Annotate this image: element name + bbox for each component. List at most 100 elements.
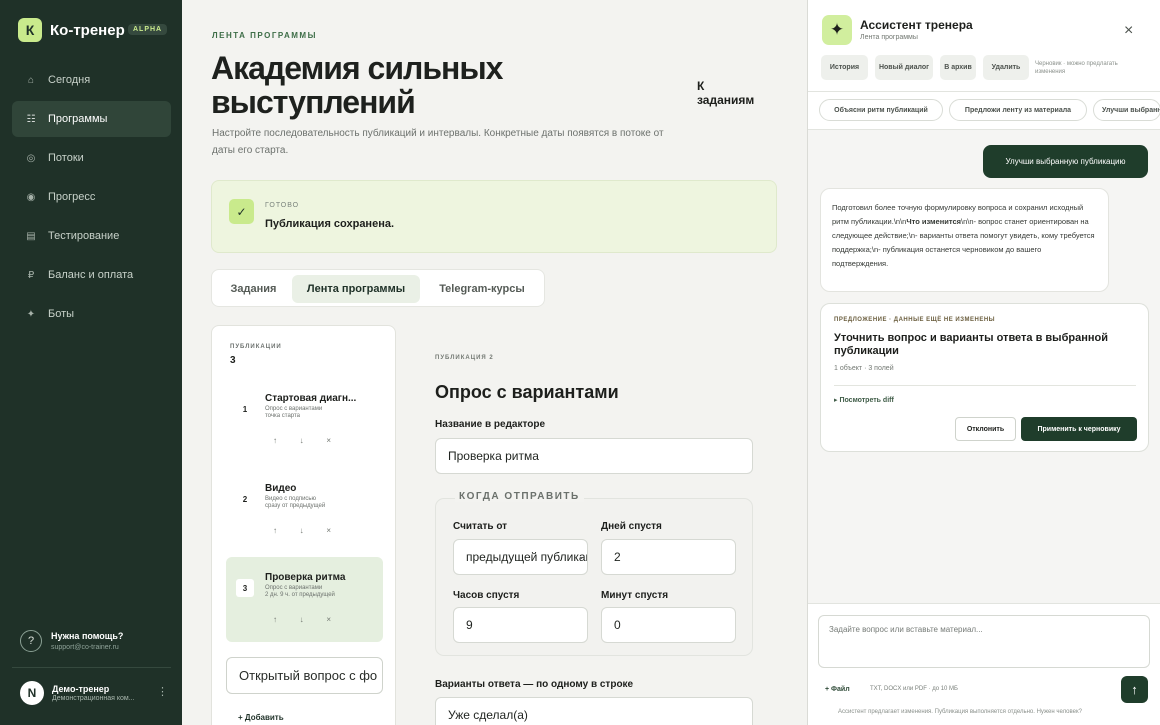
archive-button[interactable]: В архив bbox=[940, 55, 976, 80]
minutes-after-label: Минут спустя bbox=[601, 590, 669, 601]
apply-to-draft-button[interactable]: Применить к черновику bbox=[1021, 417, 1137, 441]
editor-name-label: Название в редакторе bbox=[435, 419, 546, 430]
move-down-icon[interactable]: ↓ bbox=[300, 526, 304, 535]
publication-description: Опрос с вариантами точка старта bbox=[265, 406, 323, 419]
sidebar-item-programs[interactable]: ☷ Программы bbox=[12, 101, 171, 137]
publication-description: Видео с подписью сразу от предыдущей bbox=[265, 496, 326, 509]
publication-number: 3 bbox=[236, 579, 254, 597]
sidebar-item-label: Программы bbox=[48, 113, 108, 125]
main-navigation: ⌂ Сегодня ☷ Программы ◎ Потоки ◉ Прогресс ▤ Т… bbox=[12, 62, 171, 335]
new-dialog-button[interactable]: Новый диалог bbox=[875, 55, 933, 80]
publication-title: Проверка ритма bbox=[265, 572, 346, 583]
brand-logo[interactable]: К bbox=[18, 18, 42, 42]
hours-after-input[interactable]: 9 bbox=[453, 607, 588, 643]
send-schedule-title: КОГДА ОТПРАВИТЬ bbox=[455, 491, 584, 502]
draft-note: Черновик · можно предлагать изменения bbox=[1035, 61, 1118, 75]
editor-name-input[interactable]: Проверка ритма bbox=[435, 438, 753, 474]
check-icon: ✓ bbox=[229, 199, 254, 224]
sidebar-item-streams[interactable]: ◎ Потоки bbox=[12, 140, 171, 176]
publication-actions: ↑ ↓ × bbox=[273, 436, 331, 445]
publication-item-1[interactable]: 1 Стартовая диагн... Опрос с вариантами т… bbox=[226, 378, 383, 463]
sidebar-item-label: Сегодня bbox=[48, 74, 91, 86]
help-link[interactable]: ? Нужна помощь? support@co-trainer.ru bbox=[20, 630, 123, 652]
testing-icon: ▤ bbox=[26, 230, 36, 242]
suggestion-chips: Объясни ритм публикаций Предложи ленту и… bbox=[808, 92, 1160, 130]
assistant-panel: ✦ Ассистент тренера Лента программы × Ис… bbox=[807, 0, 1160, 725]
to-tasks-link[interactable]: К заданиям bbox=[697, 79, 762, 107]
move-up-icon[interactable]: ↑ bbox=[273, 615, 277, 624]
close-icon[interactable]: × bbox=[1124, 22, 1133, 40]
tab-program-feed[interactable]: Лента программы bbox=[292, 275, 420, 303]
sidebar-item-label: Прогресс bbox=[48, 191, 96, 203]
tab-telegram-courses[interactable]: Telegram-курсы bbox=[425, 275, 539, 303]
user-message: Улучши выбранную публикацию bbox=[983, 145, 1148, 178]
suggestion-chip[interactable]: Улучши выбранную bbox=[1093, 99, 1160, 121]
attach-file-button[interactable]: + Файл bbox=[825, 686, 850, 693]
move-down-icon[interactable]: ↓ bbox=[300, 436, 304, 445]
reject-button[interactable]: Отклонить bbox=[955, 417, 1016, 441]
send-icon[interactable]: ↑ bbox=[1121, 676, 1148, 703]
proposal-title: Уточнить вопрос и варианты ответа в выбр… bbox=[834, 332, 1108, 357]
sidebar-item-progress[interactable]: ◉ Прогресс bbox=[12, 179, 171, 215]
minutes-after-input[interactable]: 0 bbox=[601, 607, 736, 643]
assistant-message-input[interactable]: Задайте вопрос или вставьте материал... bbox=[818, 615, 1150, 668]
publications-label: ПУБЛИКАЦИИ bbox=[230, 344, 282, 350]
sidebar-item-bots[interactable]: ✦ Боты bbox=[12, 296, 171, 332]
publication-actions: ↑ ↓ × bbox=[273, 526, 331, 535]
assistant-message-emphasis: Что изменится bbox=[906, 217, 961, 226]
sidebar-item-testing[interactable]: ▤ Тестирование bbox=[12, 218, 171, 254]
user-avatar[interactable]: N bbox=[20, 681, 44, 705]
delete-button[interactable]: Удалить bbox=[983, 55, 1029, 80]
delete-icon[interactable]: × bbox=[326, 526, 331, 535]
delete-icon[interactable]: × bbox=[326, 436, 331, 445]
streams-icon: ◎ bbox=[26, 152, 36, 164]
user-name: Демо-тренер bbox=[52, 684, 110, 694]
publication-title: Видео bbox=[265, 483, 297, 494]
suggestion-chip[interactable]: Предложи ленту из материала bbox=[949, 99, 1087, 121]
publication-item-3[interactable]: 3 Проверка ритма Опрос с вариантами 2 дн.… bbox=[226, 557, 383, 642]
success-notice: ✓ ГОТОВО Публикация сохранена. bbox=[211, 180, 777, 253]
change-proposal-card: ПРЕДЛОЖЕНИЕ · ДАННЫЕ ЕЩЁ НЕ ИЗМЕНЕНЫ Уто… bbox=[820, 303, 1149, 452]
tab-tasks[interactable]: Задания bbox=[217, 275, 290, 303]
suggestion-chip[interactable]: Объясни ритм публикаций bbox=[819, 99, 943, 121]
program-feed-page: ЛЕНТА ПРОГРАММЫ Академия сильных выступл… bbox=[182, 0, 807, 725]
count-from-label: Считать от bbox=[453, 521, 508, 532]
move-up-icon[interactable]: ↑ bbox=[273, 436, 277, 445]
page-eyebrow: ЛЕНТА ПРОГРАММЫ bbox=[212, 31, 317, 40]
page-description: Настройте последовательность публикаций … bbox=[212, 128, 664, 156]
publication-type-select[interactable]: Открытый вопрос с фо bbox=[226, 657, 383, 694]
move-down-icon[interactable]: ↓ bbox=[300, 615, 304, 624]
move-up-icon[interactable]: ↑ bbox=[273, 526, 277, 535]
publication-number: 1 bbox=[236, 400, 254, 418]
assistant-composer: Задайте вопрос или вставьте материал... … bbox=[808, 603, 1160, 725]
brand-name[interactable]: Ко-тренер bbox=[50, 22, 125, 39]
sidebar-item-label: Потоки bbox=[48, 152, 84, 164]
proposal-divider bbox=[834, 385, 1136, 386]
support-email[interactable]: support@co-trainer.ru bbox=[51, 644, 123, 651]
user-organization: Демонстрационная ком... bbox=[52, 695, 135, 702]
assistant-title: Ассистент тренера bbox=[860, 18, 973, 32]
delete-icon[interactable]: × bbox=[326, 615, 331, 624]
publications-panel: ПУБЛИКАЦИИ 3 1 Стартовая диагн... Опрос … bbox=[211, 325, 396, 725]
page-title: Академия сильных выступлений bbox=[211, 50, 503, 120]
send-schedule-section: КОГДА ОТПРАВИТЬ Считать от предыдущей пу… bbox=[435, 491, 753, 656]
progress-icon: ◉ bbox=[26, 191, 36, 203]
notice-message: Публикация сохранена. bbox=[265, 218, 395, 230]
history-button[interactable]: История bbox=[821, 55, 868, 80]
more-icon[interactable]: ⋮ bbox=[157, 685, 168, 698]
sidebar-item-today[interactable]: ⌂ Сегодня bbox=[12, 62, 171, 98]
days-after-input[interactable]: 2 bbox=[601, 539, 736, 575]
publication-item-2[interactable]: 2 Видео Видео с подписью сразу от предыду… bbox=[226, 468, 383, 553]
add-publication-button[interactable]: + Добавить bbox=[238, 713, 284, 722]
assistant-header: ✦ Ассистент тренера Лента программы × Ис… bbox=[808, 0, 1160, 92]
sidebar-item-label: Баланс и оплата bbox=[48, 269, 134, 281]
count-from-select[interactable]: предыдущей публикации bbox=[453, 539, 588, 575]
sidebar-item-billing[interactable]: ₽ Баланс и оплата bbox=[12, 257, 171, 293]
assistant-footer-note: Ассистент предлагает изменения. Публикац… bbox=[838, 709, 1082, 715]
publication-number: 2 bbox=[236, 490, 254, 508]
answers-textarea[interactable]: Уже сделал(а) bbox=[435, 697, 753, 725]
file-format-help: TXT, DOCX или PDF · до 10 МБ bbox=[870, 686, 958, 692]
publication-description: Опрос с вариантами 2 дн. 9 ч. от предыдущ… bbox=[265, 585, 335, 598]
programs-icon: ☷ bbox=[26, 113, 36, 125]
view-diff-link[interactable]: ▸ Посмотреть diff bbox=[834, 396, 894, 404]
